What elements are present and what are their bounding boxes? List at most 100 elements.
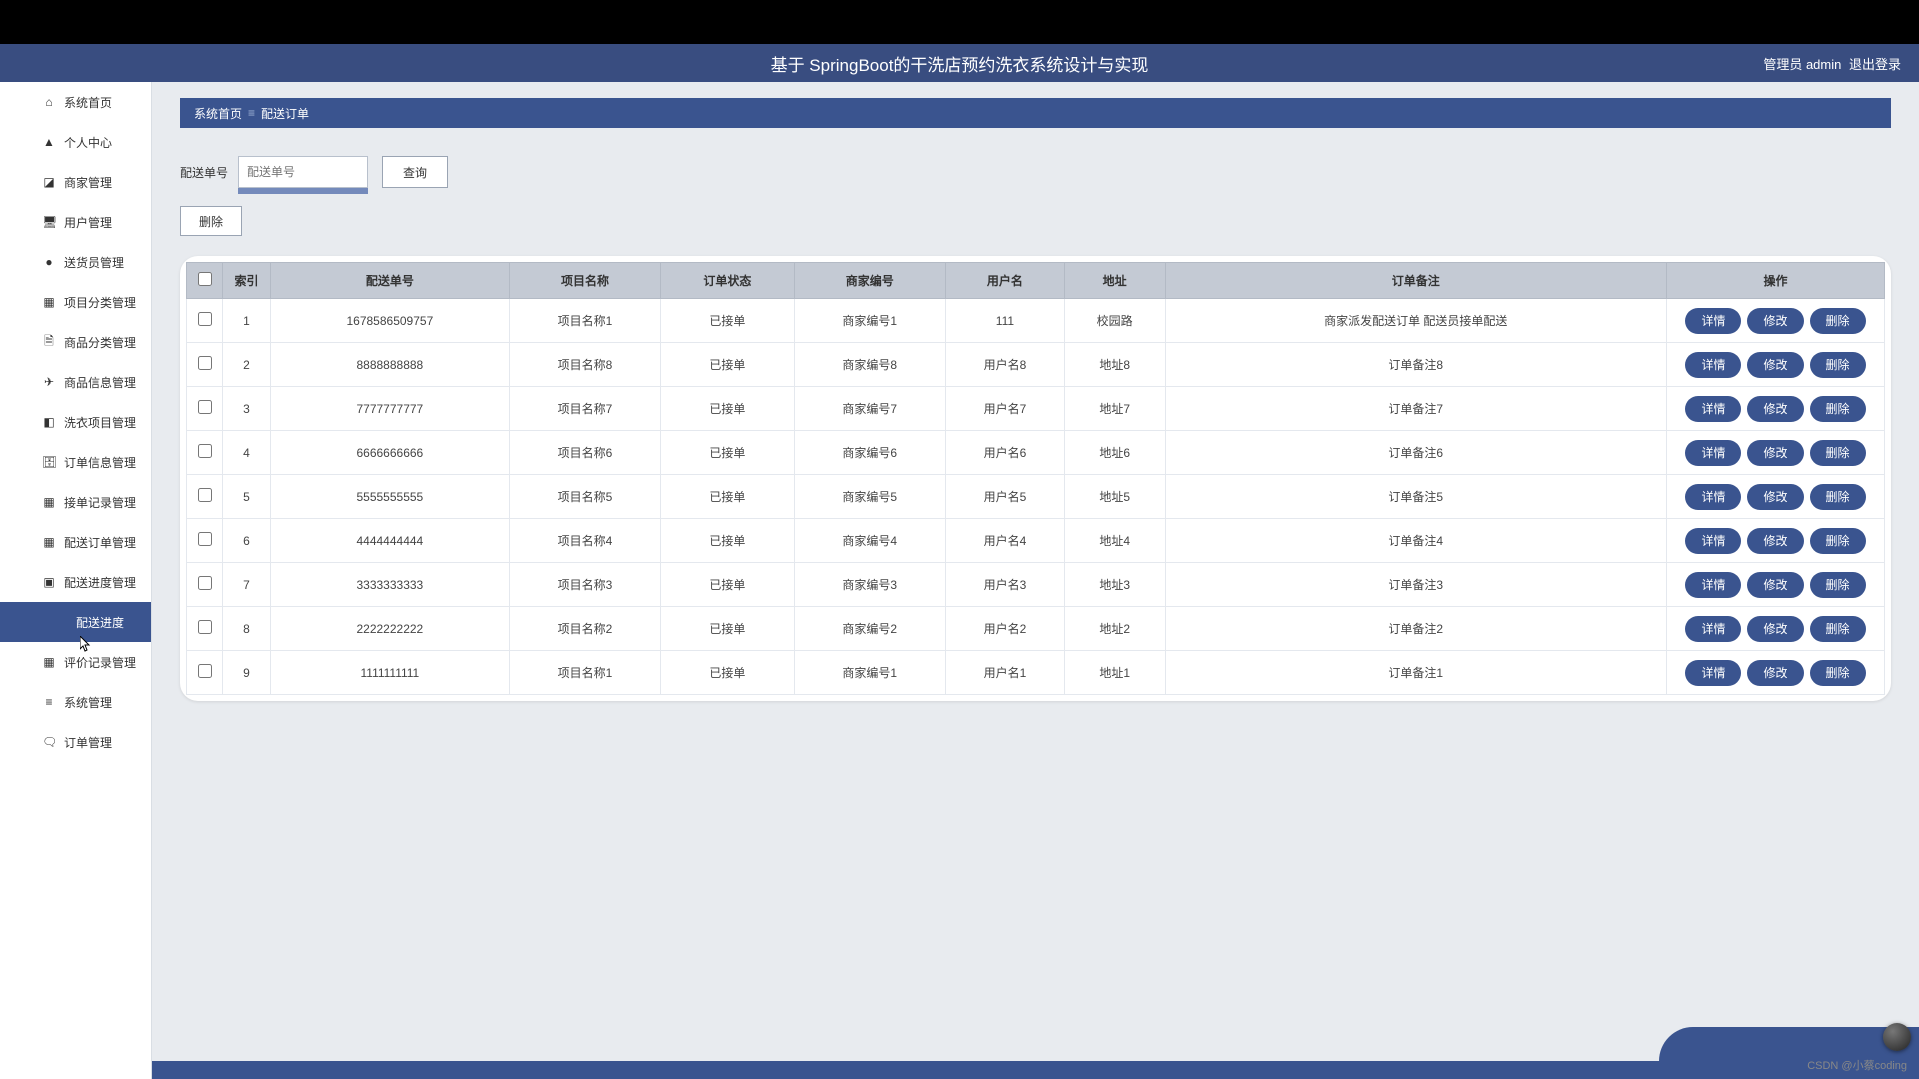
- sidebar-item-9[interactable]: 🗄订单信息管理: [0, 442, 151, 482]
- sidebar-item-label: 商品信息管理: [64, 374, 136, 391]
- sidebar-item-8[interactable]: ◧洗衣项目管理: [0, 402, 151, 442]
- row-checkbox[interactable]: [198, 576, 212, 590]
- table-row: 37777777777项目名称7已接单商家编号7用户名7地址7订单备注7详情修改…: [187, 387, 1885, 431]
- del-button[interactable]: 删除: [1810, 308, 1866, 334]
- table-row: 82222222222项目名称2已接单商家编号2用户名2地址2订单备注2详情修改…: [187, 607, 1885, 651]
- edit-button[interactable]: 修改: [1747, 308, 1803, 334]
- del-button[interactable]: 删除: [1810, 484, 1866, 510]
- floating-badge-icon: [1883, 1023, 1911, 1051]
- edit-button[interactable]: 修改: [1747, 396, 1803, 422]
- del-button[interactable]: 删除: [1810, 528, 1866, 554]
- sidebar-item-5[interactable]: ▦项目分类管理: [0, 282, 151, 322]
- del-button[interactable]: 删除: [1810, 396, 1866, 422]
- sidebar-item-6[interactable]: 🗎商品分类管理: [0, 322, 151, 362]
- edit-button[interactable]: 修改: [1747, 616, 1803, 642]
- edit-button[interactable]: 修改: [1747, 528, 1803, 554]
- delivery-no-input[interactable]: [238, 156, 368, 188]
- row-checkbox[interactable]: [198, 620, 212, 634]
- cell: 订单备注2: [1165, 607, 1666, 651]
- detail-button[interactable]: 详情: [1685, 396, 1741, 422]
- sidebar-item-2[interactable]: ◪商家管理: [0, 162, 151, 202]
- cell: 商家编号4: [794, 519, 945, 563]
- breadcrumb-page: 配送订单: [261, 105, 309, 122]
- row-checkbox[interactable]: [198, 664, 212, 678]
- sidebar-icon: ≡: [42, 695, 56, 709]
- sidebar-item-7[interactable]: ✈商品信息管理: [0, 362, 151, 402]
- edit-button[interactable]: 修改: [1747, 572, 1803, 598]
- sidebar-item-15[interactable]: ≡系统管理: [0, 682, 151, 722]
- cell: 商家编号8: [794, 343, 945, 387]
- bulk-delete-button[interactable]: 删除: [180, 206, 242, 236]
- sidebar-item-label: 配送进度管理: [64, 574, 136, 591]
- logout-link[interactable]: 退出登录: [1849, 57, 1901, 72]
- cell: 2222222222: [271, 607, 510, 651]
- cell: 111: [946, 299, 1065, 343]
- sidebar-item-label: 个人中心: [64, 134, 112, 151]
- sidebar-item-16[interactable]: 🗨订单管理: [0, 722, 151, 762]
- row-checkbox[interactable]: [198, 356, 212, 370]
- cell: 已接单: [661, 519, 794, 563]
- breadcrumb-home[interactable]: 系统首页: [194, 105, 242, 122]
- sidebar-item-11[interactable]: ▦配送订单管理: [0, 522, 151, 562]
- cell: 项目名称3: [509, 563, 660, 607]
- edit-button[interactable]: 修改: [1747, 440, 1803, 466]
- edit-button[interactable]: 修改: [1747, 484, 1803, 510]
- breadcrumb: 系统首页 ≡ 配送订单: [180, 98, 1891, 128]
- row-checkbox[interactable]: [198, 444, 212, 458]
- del-button[interactable]: 删除: [1810, 572, 1866, 598]
- row-checkbox[interactable]: [198, 312, 212, 326]
- cell-checkbox: [187, 519, 223, 563]
- detail-button[interactable]: 详情: [1685, 352, 1741, 378]
- cell-checkbox: [187, 343, 223, 387]
- detail-button[interactable]: 详情: [1685, 660, 1741, 686]
- search-button[interactable]: 查询: [382, 156, 448, 188]
- search-label: 配送单号: [180, 164, 228, 181]
- sidebar-item-label: 商家管理: [64, 174, 112, 191]
- cell: 地址3: [1064, 563, 1165, 607]
- detail-button[interactable]: 详情: [1685, 484, 1741, 510]
- sidebar-item-label: 接单记录管理: [64, 494, 136, 511]
- cell: 1678586509757: [271, 299, 510, 343]
- del-button[interactable]: 删除: [1810, 440, 1866, 466]
- cell-checkbox: [187, 563, 223, 607]
- sidebar-icon: ⌂: [42, 95, 56, 109]
- del-button[interactable]: 删除: [1810, 660, 1866, 686]
- edit-button[interactable]: 修改: [1747, 352, 1803, 378]
- detail-button[interactable]: 详情: [1685, 616, 1741, 642]
- sidebar-item-1[interactable]: ▲个人中心: [0, 122, 151, 162]
- table-row: 91111111111项目名称1已接单商家编号1用户名1地址1订单备注1详情修改…: [187, 651, 1885, 695]
- cell: 已接单: [661, 475, 794, 519]
- detail-button[interactable]: 详情: [1685, 440, 1741, 466]
- cell-checkbox: [187, 651, 223, 695]
- cell: 3: [223, 387, 271, 431]
- sidebar-item-13[interactable]: 配送进度: [0, 602, 151, 642]
- row-checkbox[interactable]: [198, 400, 212, 414]
- cell: 项目名称1: [509, 299, 660, 343]
- del-button[interactable]: 删除: [1810, 616, 1866, 642]
- cell: 项目名称2: [509, 607, 660, 651]
- detail-button[interactable]: 详情: [1685, 308, 1741, 334]
- row-checkbox[interactable]: [198, 488, 212, 502]
- cell-actions: 详情修改删除: [1667, 299, 1885, 343]
- cell: 地址6: [1064, 431, 1165, 475]
- sidebar-item-12[interactable]: ▣配送进度管理: [0, 562, 151, 602]
- del-button[interactable]: 删除: [1810, 352, 1866, 378]
- row-checkbox[interactable]: [198, 532, 212, 546]
- cell: 用户名5: [946, 475, 1065, 519]
- edit-button[interactable]: 修改: [1747, 660, 1803, 686]
- col-header: 配送单号: [271, 263, 510, 299]
- detail-button[interactable]: 详情: [1685, 528, 1741, 554]
- cell: 用户名7: [946, 387, 1065, 431]
- sidebar-item-4[interactable]: ●送货员管理: [0, 242, 151, 282]
- watermark: CSDN @小蔡coding: [1807, 1057, 1907, 1073]
- sidebar-item-0[interactable]: ⌂系统首页: [0, 82, 151, 122]
- cell: 已接单: [661, 563, 794, 607]
- sidebar-item-14[interactable]: ▦评价记录管理: [0, 642, 151, 682]
- select-all-checkbox[interactable]: [198, 272, 212, 286]
- detail-button[interactable]: 详情: [1685, 572, 1741, 598]
- breadcrumb-sep-icon: ≡: [248, 106, 255, 120]
- sidebar-item-3[interactable]: 🖥用户管理: [0, 202, 151, 242]
- cell: 项目名称8: [509, 343, 660, 387]
- current-user[interactable]: 管理员 admin: [1763, 57, 1841, 72]
- sidebar-item-10[interactable]: ▦接单记录管理: [0, 482, 151, 522]
